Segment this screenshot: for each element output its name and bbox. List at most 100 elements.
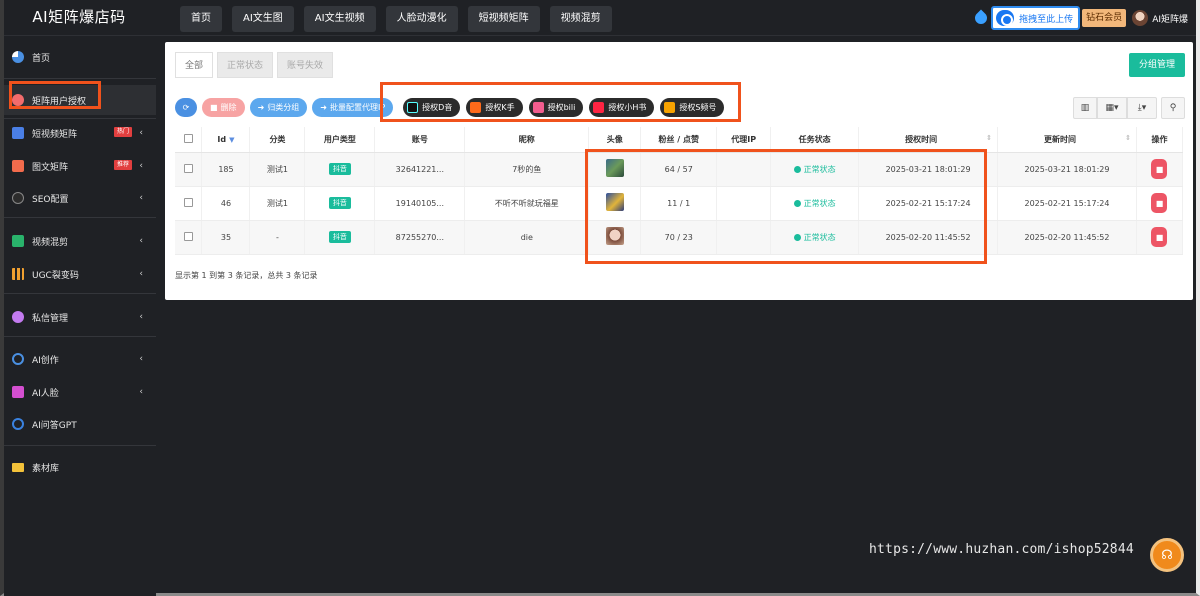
sidebar-item-seo[interactable]: SEO配置 ‹ xyxy=(4,183,156,213)
upload-dropzone[interactable]: 拖拽至此上传 xyxy=(991,6,1081,30)
tab-normal[interactable]: 正常状态 xyxy=(217,52,274,78)
auth-shipinhao-button[interactable]: 授权S频号 xyxy=(660,98,725,117)
topnav-text-to-video[interactable]: AI文生视频 xyxy=(303,6,376,32)
sidebar-item-ai-face[interactable]: AI人脸 ‹ xyxy=(4,377,156,407)
top-right-area: 拖拽至此上传 钻石会员 AI矩阵爆 xyxy=(972,4,1196,32)
avatar[interactable] xyxy=(605,227,624,245)
table-row[interactable]: 46 测试1 抖音 19140105... 不听不听就玩福星 11 / 1 正常… xyxy=(175,186,1184,221)
cell-nickname: 7秒的鱼 xyxy=(464,152,590,187)
row-delete-button[interactable]: ■ xyxy=(1151,159,1168,179)
cell-id: 46 xyxy=(201,186,251,221)
row-select-cell xyxy=(175,186,203,221)
sidebar-item-assets[interactable]: 素材库 xyxy=(4,452,156,482)
row-select-cell xyxy=(175,152,203,187)
cell-type: 抖音 xyxy=(304,186,376,221)
username[interactable]: AI矩阵爆 xyxy=(1152,12,1188,25)
avatar[interactable] xyxy=(605,159,624,177)
column-toggle-button[interactable]: ▥ xyxy=(1073,97,1097,119)
sidebar-item-ai-create[interactable]: AI创作 ‹ xyxy=(4,344,156,374)
sidebar-item-label: AI问答GPT xyxy=(32,420,77,431)
top-bar: AI矩阵爆店码 首页 AI文生图 AI文生视频 人脸动漫化 短视频矩阵 视频混剪… xyxy=(4,0,1196,36)
row-delete-button[interactable]: ■ xyxy=(1151,227,1168,247)
ai-chat-icon xyxy=(12,418,24,430)
tab-all[interactable]: 全部 xyxy=(175,52,214,78)
delete-button[interactable]: ■ 删除 xyxy=(202,98,245,117)
sidebar-item-ugc-code[interactable]: UGC裂变码 ‹ xyxy=(4,259,156,289)
ai-face-icon xyxy=(12,386,24,398)
sidebar-item-label: AI创作 xyxy=(32,355,59,366)
auth-douyin-button[interactable]: 授权D音 xyxy=(403,98,461,117)
col-auth-time[interactable]: 授权时间 ⇕ xyxy=(858,127,999,153)
sidebar-item-image-text-matrix[interactable]: 图文矩阵 推荐 ‹ xyxy=(4,151,156,181)
topnav-face-anime[interactable]: 人脸动漫化 xyxy=(385,6,458,32)
row-checkbox[interactable] xyxy=(183,197,193,207)
select-all-checkbox[interactable] xyxy=(183,133,193,143)
sidebar-item-messages[interactable]: 私信管理 ‹ xyxy=(4,302,156,332)
user-avatar[interactable] xyxy=(1132,10,1149,26)
categorize-button[interactable]: ➜ 归类分组 xyxy=(249,98,308,117)
cell-proxy-ip xyxy=(716,152,772,187)
cell-account: 19140105... xyxy=(374,186,466,221)
tab-invalid[interactable]: 账号失效 xyxy=(277,52,334,78)
topnav-text-to-image[interactable]: AI文生图 xyxy=(232,6,294,32)
auth-label: 授权S频号 xyxy=(679,103,717,112)
sidebar-item-user-auth[interactable]: 矩阵用户授权 xyxy=(4,85,156,115)
cell-auth-time: 2025-02-20 11:45:52 xyxy=(858,220,999,255)
topnav-short-video-matrix[interactable]: 短视频矩阵 xyxy=(467,6,540,32)
cell-avatar xyxy=(588,152,642,187)
folder-icon xyxy=(12,462,24,472)
cell-category: 测试1 xyxy=(249,186,306,221)
columns-menu-button[interactable]: ▦▾ xyxy=(1097,97,1127,119)
avatar[interactable] xyxy=(605,193,624,211)
status-dot-icon xyxy=(793,233,801,241)
refresh-button[interactable]: ⟳ xyxy=(175,98,197,117)
seo-icon xyxy=(12,192,24,204)
table-row[interactable]: 185 测试1 抖音 32641221... 7秒的鱼 64 / 57 正常状态… xyxy=(175,152,1184,187)
bilibili-icon xyxy=(532,102,544,113)
app-logo-title: AI矩阵爆店码 xyxy=(32,8,126,26)
select-all-cell xyxy=(175,127,203,153)
divider xyxy=(4,445,156,446)
trash-icon: ■ xyxy=(210,103,218,112)
douyin-badge: 抖音 xyxy=(328,231,351,243)
batch-proxy-button[interactable]: ➜ 批量配置代理IP xyxy=(312,98,394,117)
sort-down-icon: ▼ xyxy=(229,135,235,144)
export-button[interactable]: ⤓▾ xyxy=(1127,97,1157,119)
auth-kuaishou-button[interactable]: 授权K手 xyxy=(466,98,523,117)
auth-label: 授权D音 xyxy=(422,103,453,112)
sidebar-item-label: 私信管理 xyxy=(32,313,69,324)
col-id[interactable]: Id ▼ xyxy=(201,127,251,153)
sidebar-item-ai-gpt[interactable]: AI问答GPT xyxy=(4,409,156,439)
cell-status: 正常状态 xyxy=(770,186,860,221)
cell-avatar xyxy=(588,220,642,255)
row-checkbox[interactable] xyxy=(183,231,193,241)
topnav-home[interactable]: 首页 xyxy=(180,6,222,32)
row-checkbox[interactable] xyxy=(183,163,193,173)
sidebar-item-home[interactable]: 首页 xyxy=(4,42,156,72)
col-user-type: 用户类型 xyxy=(304,127,376,153)
cell-auth-time: 2025-02-21 15:17:24 xyxy=(858,186,999,221)
sidebar-item-short-video-matrix[interactable]: 短视频矩阵 热门 ‹ xyxy=(4,118,156,148)
auth-xiaohongshu-button[interactable]: 授权小H书 xyxy=(589,98,655,117)
search-button[interactable]: ⚲ xyxy=(1161,97,1185,119)
sort-icon: ⇕ xyxy=(986,133,993,142)
col-label: Id xyxy=(217,134,227,144)
cell-update-time: 2025-03-21 18:01:29 xyxy=(997,152,1137,187)
group-manage-button[interactable]: 分组管理 xyxy=(1128,53,1185,77)
sidebar-item-label: 首页 xyxy=(32,53,51,64)
sidebar-item-label: SEO配置 xyxy=(32,194,69,205)
topnav-video-mix[interactable]: 视频混剪 xyxy=(549,6,612,32)
accounts-table: Id ▼ 分类 用户类型 账号 昵称 头像 粉丝 / 点赞 代理IP 任务状态 授… xyxy=(175,127,1184,255)
cell-id: 185 xyxy=(201,152,251,187)
col-update-time[interactable]: 更新时间 ⇕ xyxy=(997,127,1137,153)
table-row[interactable]: 35 - 抖音 87255270... die 70 / 23 正常状态 202… xyxy=(175,220,1184,255)
auth-bilibili-button[interactable]: 授权bili xyxy=(528,98,584,117)
cell-fans-likes: 64 / 57 xyxy=(640,152,718,187)
upload-label: 拖拽至此上传 xyxy=(1019,14,1074,25)
sidebar-item-video-mix[interactable]: 视频混剪 ‹ xyxy=(4,226,156,256)
support-float-button[interactable]: ☊ xyxy=(1150,538,1184,572)
cell-fans-likes: 11 / 1 xyxy=(640,186,718,221)
row-delete-button[interactable]: ■ xyxy=(1151,193,1168,213)
douyin-badge: 抖音 xyxy=(328,197,351,209)
cell-nickname: die xyxy=(464,220,590,255)
